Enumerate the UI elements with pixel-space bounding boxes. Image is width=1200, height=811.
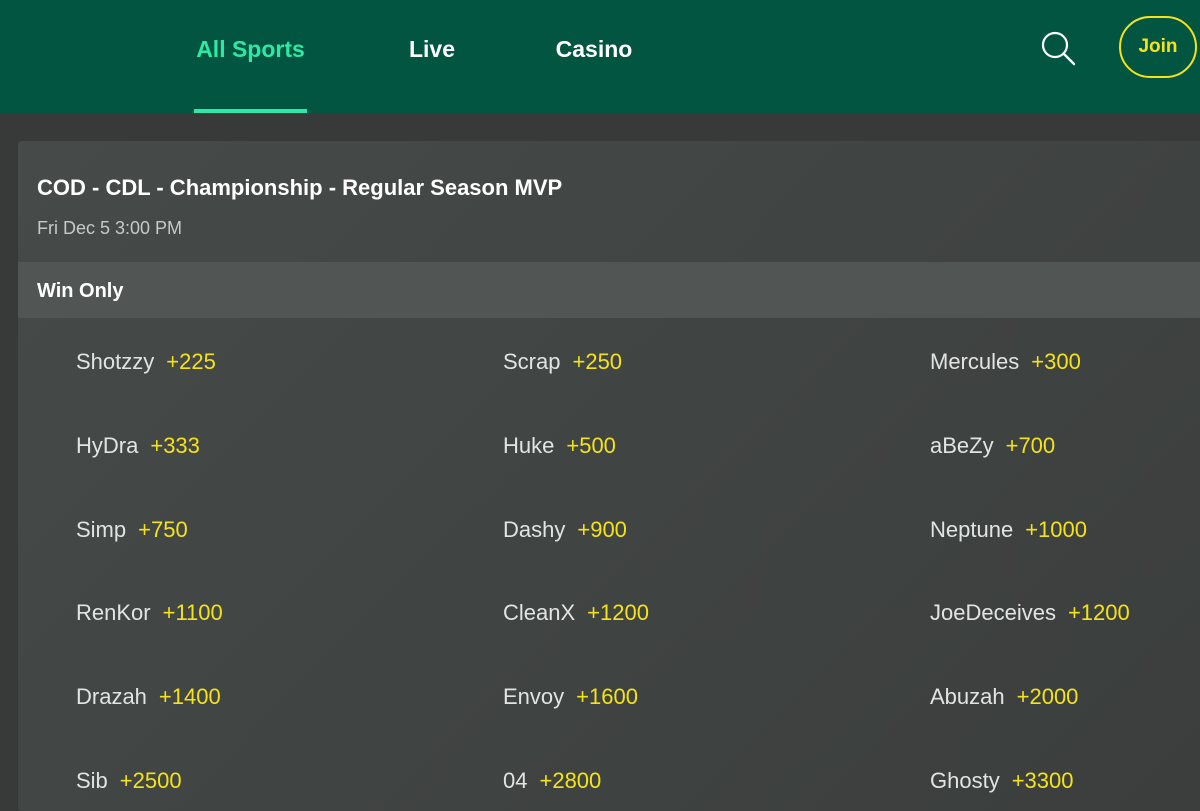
outcome-price: +500 — [566, 433, 616, 458]
outcome-name: Mercules — [930, 349, 1020, 374]
outcome-price: +300 — [1031, 349, 1081, 374]
outcome-name: Drazah — [76, 684, 147, 709]
tab-all-sports-label: All Sports — [196, 36, 305, 62]
tab-live-label: Live — [408, 36, 456, 62]
outcome-selection[interactable]: Neptune +1000 — [930, 500, 1087, 560]
outcome-name: Abuzah — [930, 684, 1005, 709]
outcome-selection[interactable]: Envoy +1600 — [503, 667, 638, 727]
outcome-selection[interactable]: Huke +500 — [503, 416, 616, 476]
outcome-selection[interactable]: Scrap +250 — [503, 332, 622, 392]
outcome-name: Shotzzy — [76, 349, 155, 374]
active-tab-indicator — [194, 109, 307, 113]
outcome-name: JoeDeceives — [930, 600, 1056, 625]
outcome-price: +1000 — [1025, 517, 1087, 542]
outcome-price: +1400 — [158, 684, 221, 709]
outcome-price: +2500 — [119, 768, 182, 793]
outcome-name: Ghosty — [930, 768, 1000, 793]
search-icon — [1041, 31, 1076, 66]
outcome-selection[interactable]: Shotzzy +225 — [76, 332, 216, 392]
outcome-selection[interactable]: Mercules +300 — [930, 332, 1081, 392]
outcome-selection[interactable]: JoeDeceives +1200 — [930, 583, 1130, 643]
outcome-price: +1200 — [587, 600, 649, 625]
outcome-name: 04 — [503, 768, 528, 793]
outcome-selection[interactable]: HyDra +333 — [76, 416, 200, 476]
event-date: Fri Dec 5 3:00 PM — [37, 218, 183, 238]
outcome-name: HyDra — [76, 433, 139, 458]
tab-all-sports[interactable]: All Sports — [194, 0, 307, 113]
outcome-name: aBeZy — [930, 433, 994, 458]
outcome-price: +1200 — [1067, 600, 1130, 625]
outcome-price: +2800 — [539, 768, 602, 793]
tab-casino[interactable]: Casino — [553, 0, 635, 113]
market-header[interactable]: Win Only — [18, 262, 1200, 318]
outcome-selection[interactable]: aBeZy +700 — [930, 416, 1055, 476]
outcome-selection[interactable]: RenKor +1100 — [76, 583, 223, 643]
outcome-price: +700 — [1005, 433, 1056, 458]
outcome-name: Dashy — [503, 517, 566, 542]
outcome-name: RenKor — [76, 600, 151, 625]
outcome-name: Scrap — [503, 349, 561, 374]
outcome-price: +225 — [166, 349, 216, 374]
outcome-name: Sib — [76, 768, 108, 793]
outcome-selection[interactable]: Dashy +900 — [503, 500, 627, 560]
outcome-name: CleanX — [503, 600, 576, 625]
outcome-selection[interactable]: CleanX +1200 — [503, 583, 649, 643]
outcome-selection[interactable]: Simp +750 — [76, 500, 188, 560]
outcome-selection[interactable]: 04 +2800 — [503, 751, 601, 811]
outcome-name: Envoy — [503, 684, 565, 709]
event-title: COD - CDL - Championship - Regular Seaso… — [37, 175, 563, 200]
outcome-selection[interactable]: Abuzah +2000 — [930, 667, 1078, 727]
outcome-price: +1600 — [576, 684, 638, 709]
tab-live[interactable]: Live — [404, 0, 460, 113]
outcome-selection[interactable]: Drazah +1400 — [76, 667, 221, 727]
market-label: Win Only — [37, 280, 124, 302]
outcome-price: +2000 — [1016, 684, 1079, 709]
outcome-name: Simp — [76, 517, 127, 542]
outcome-selection[interactable]: Sib +2500 — [76, 751, 182, 811]
join-button[interactable]: Join — [1119, 16, 1197, 78]
outcome-selection[interactable]: Ghosty +3300 — [930, 751, 1074, 811]
outcome-price: +750 — [138, 517, 188, 542]
outcome-price: +3300 — [1011, 768, 1074, 793]
outcome-name: Neptune — [930, 517, 1014, 542]
search-button[interactable] — [1036, 28, 1080, 68]
tab-casino-label: Casino — [555, 36, 633, 62]
market-card: COD - CDL - Championship - Regular Seaso… — [18, 141, 1200, 811]
outcome-name: Huke — [503, 433, 555, 458]
outcome-price: +250 — [572, 349, 623, 374]
top-navigation-bar: All Sports Live Casino Join — [0, 0, 1200, 113]
outcome-price: +333 — [150, 433, 200, 458]
outcome-price: +1100 — [162, 600, 223, 625]
outcome-price: +900 — [577, 517, 627, 542]
